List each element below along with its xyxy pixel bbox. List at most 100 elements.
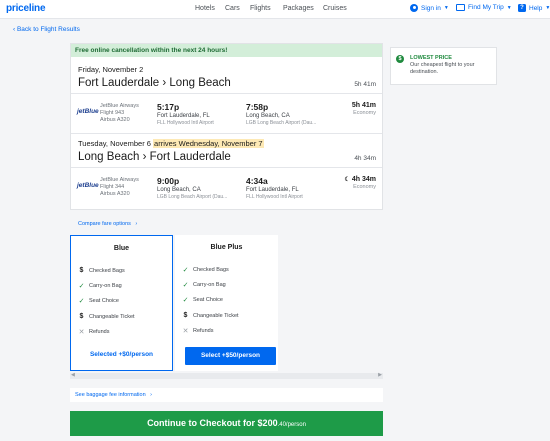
flight-number: Flight 943 bbox=[100, 109, 125, 116]
departure-airport: FLL Hollywood Intl Airport bbox=[157, 120, 214, 126]
scroll-left-icon[interactable]: ◀ bbox=[71, 372, 75, 378]
suitcase-icon bbox=[456, 4, 465, 11]
fare-feature: ✓ Checked Bags bbox=[181, 266, 229, 274]
fare-title: Blue Plus bbox=[210, 244, 243, 251]
nav-cars[interactable]: Cars bbox=[225, 5, 240, 12]
continue-to-checkout-button[interactable]: Continue to Checkout for $200.40/person bbox=[70, 411, 383, 436]
fare-feature: ✕ Refunds bbox=[181, 327, 214, 335]
back-to-results-link[interactable]: ‹ Back to Flight Results bbox=[13, 26, 80, 33]
divider bbox=[71, 93, 382, 94]
nav-flights[interactable]: Flights bbox=[250, 5, 271, 12]
help-icon: ? bbox=[518, 4, 526, 12]
chevron-down-icon: ▼ bbox=[443, 5, 449, 11]
top-navigation-bar: priceline Hotels Cars Flights Packages C… bbox=[0, 0, 550, 19]
nav-packages[interactable]: Packages bbox=[283, 5, 314, 12]
segment-duration-value: 5h 41m bbox=[351, 102, 376, 109]
feature-label: Changeable Ticket bbox=[89, 313, 135, 320]
dollar-icon: $ bbox=[183, 312, 188, 319]
flight-number: Flight 344 bbox=[100, 183, 125, 190]
feature-label: Seat Choice bbox=[89, 298, 119, 304]
check-icon: ✓ bbox=[78, 283, 85, 290]
selected-fare-label: Selected +$0/person bbox=[89, 351, 154, 358]
divider bbox=[71, 133, 382, 134]
fare-feature: ✓ Seat Choice bbox=[77, 297, 119, 305]
segment-duration: 5h 41m Economy bbox=[352, 102, 376, 116]
segment-duration-value: ☾ 4h 34m bbox=[345, 176, 376, 183]
fare-feature: $ Checked Bags bbox=[77, 267, 125, 274]
help-menu[interactable]: ? Help ▼ bbox=[518, 4, 550, 12]
dollar-icon: $ bbox=[79, 267, 84, 274]
return-duration: 4h 34m bbox=[354, 155, 376, 162]
cabin-class: Economy bbox=[353, 110, 376, 116]
check-icon: ✓ bbox=[182, 267, 189, 274]
return-segment: jetBlue JetBlue Airways Flight 344 Airbu… bbox=[71, 169, 382, 203]
departure-time: 5:17p bbox=[157, 102, 180, 112]
feature-label: Refunds bbox=[193, 328, 214, 334]
x-icon: ✕ bbox=[78, 329, 85, 336]
find-my-trip-label: Find My Trip bbox=[468, 4, 504, 11]
chevron-right-icon: › bbox=[135, 221, 138, 227]
scroll-right-icon[interactable]: ▶ bbox=[378, 372, 382, 378]
return-date: Tuesday, November 6 bbox=[78, 139, 151, 148]
jetblue-logo: jetBlue bbox=[77, 108, 99, 115]
priceline-logo[interactable]: priceline bbox=[6, 3, 46, 14]
find-my-trip-menu[interactable]: Find My Trip ▼ bbox=[456, 4, 512, 11]
sign-in-label: Sign in bbox=[421, 4, 441, 12]
aircraft: Airbus A320 bbox=[100, 116, 130, 123]
fare-option-blue[interactable]: Blue $ Checked Bags ✓ Carry-on Bag ✓ Seat C… bbox=[70, 235, 173, 371]
itinerary-card: Free online cancellation within the next… bbox=[70, 43, 383, 210]
horizontal-scrollbar[interactable]: ◀ ▶ bbox=[70, 372, 383, 379]
arrival-city: Fort Lauderdale, FL bbox=[246, 187, 299, 193]
lowest-price-panel: $ LOWEST PRICE Our cheapest flight to yo… bbox=[390, 47, 497, 85]
outbound-date: Friday, November 2 bbox=[78, 65, 144, 74]
fare-feature: $ Changeable Ticket bbox=[181, 312, 239, 319]
departure-info: 5:17p Fort Lauderdale, FL FLL Hollywood … bbox=[157, 102, 214, 126]
help-label: Help bbox=[529, 4, 543, 12]
airline-name: JetBlue Airways bbox=[100, 103, 139, 109]
chevron-down-icon: ▼ bbox=[545, 5, 550, 11]
fare-option-blue-plus[interactable]: Blue Plus ✓ Checked Bags ✓ Carry-on Bag ✓ S… bbox=[175, 235, 278, 371]
departure-time: 9:00p bbox=[157, 176, 180, 186]
arrival-time: 4:34a bbox=[246, 176, 268, 186]
select-blue-plus-button[interactable]: Select +$50/person bbox=[185, 347, 276, 365]
fare-feature: ✓ Carry-on Bag bbox=[77, 282, 122, 290]
arrival-airport: LGB Long Beach Airport (Dau... bbox=[246, 120, 317, 126]
aircraft: Airbus A320 bbox=[100, 190, 130, 197]
check-icon: ✓ bbox=[78, 298, 85, 305]
departure-airport: LGB Long Beach Airport (Dau... bbox=[157, 194, 228, 200]
baggage-fee-link[interactable]: See baggage fee information › bbox=[70, 388, 383, 402]
feature-label: Carry-on Bag bbox=[193, 282, 226, 288]
arrival-time: 7:58p bbox=[246, 102, 269, 112]
baggage-fee-label: See baggage fee information bbox=[75, 392, 146, 398]
checkout-label: Continue to Checkout for $200 bbox=[147, 418, 278, 428]
feature-label: Seat Choice bbox=[193, 297, 223, 303]
arrival-airport: FLL Hollywood Intl Airport bbox=[246, 194, 303, 200]
arrival-info: 4:34a Fort Lauderdale, FL FLL Hollywood … bbox=[246, 176, 303, 200]
chevron-right-icon: › bbox=[150, 392, 153, 398]
nav-cruises[interactable]: Cruises bbox=[323, 5, 347, 12]
cabin-class: Economy bbox=[353, 184, 376, 190]
sign-in-menu[interactable]: Sign in ▼ bbox=[410, 4, 449, 12]
fare-feature: $ Changeable Ticket bbox=[77, 313, 135, 320]
chevron-down-icon: ▼ bbox=[506, 4, 512, 11]
airline-info: JetBlue Airways Flight 344 Airbus A320 bbox=[100, 177, 139, 197]
compare-fare-options-link[interactable]: Compare fare options › bbox=[78, 221, 137, 227]
user-icon bbox=[410, 4, 418, 12]
divider bbox=[71, 167, 382, 168]
nav-hotels[interactable]: Hotels bbox=[195, 5, 215, 12]
outbound-duration: 5h 41m bbox=[354, 81, 376, 88]
fare-feature: ✕ Refunds bbox=[77, 328, 110, 336]
arrival-info: 7:58p Long Beach, CA LGB Long Beach Airp… bbox=[246, 102, 331, 126]
airline-info: JetBlue Airways Flight 943 Airbus A320 bbox=[100, 103, 139, 123]
departure-info: 9:00p Long Beach, CA LGB Long Beach Airp… bbox=[157, 176, 239, 200]
feature-label: Changeable Ticket bbox=[193, 312, 239, 319]
cancellation-banner: Free online cancellation within the next… bbox=[71, 44, 382, 57]
lowest-price-title: LOWEST PRICE bbox=[410, 55, 452, 61]
return-route: Long Beach › Fort Lauderdale bbox=[78, 151, 231, 163]
check-icon: ✓ bbox=[182, 282, 189, 289]
lowest-price-text: Our cheapest flight to your destination. bbox=[410, 62, 475, 75]
feature-label: Checked Bags bbox=[193, 267, 229, 273]
airline-name: JetBlue Airways bbox=[100, 177, 139, 183]
checkout-cents: .40/person bbox=[277, 422, 306, 428]
compare-fare-options-label: Compare fare options bbox=[78, 221, 131, 227]
